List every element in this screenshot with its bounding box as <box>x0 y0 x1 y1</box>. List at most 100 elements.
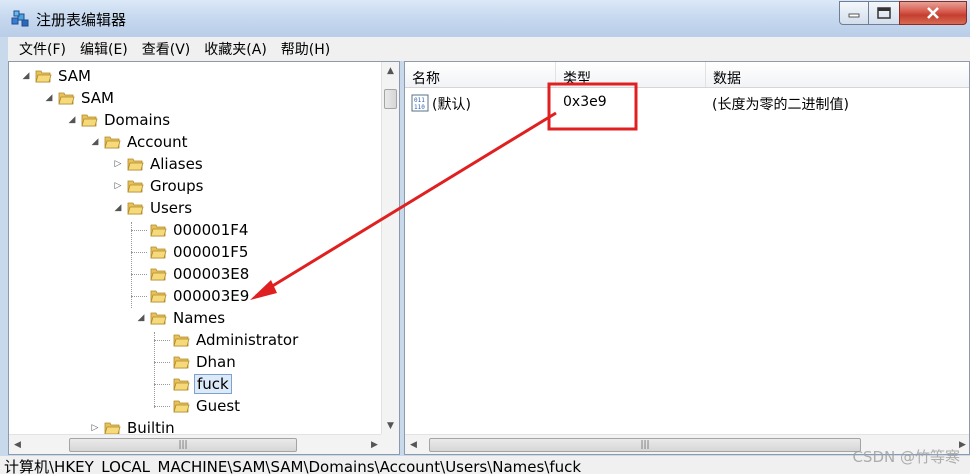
scroll-corner <box>381 434 399 454</box>
scroll-down-icon[interactable]: ▼ <box>382 417 399 434</box>
tree-node[interactable]: ▷ Aliases <box>113 153 205 175</box>
maximize-icon <box>877 7 891 19</box>
column-type[interactable]: 类型 <box>556 62 706 87</box>
expanded-arrow-icon[interactable]: ◢ <box>67 115 77 125</box>
list-header: 名称 类型 数据 <box>405 62 969 88</box>
minimize-button[interactable] <box>839 1 869 25</box>
tree-node[interactable]: ◢ SAM <box>44 87 116 109</box>
folder-icon <box>127 158 144 171</box>
expanded-arrow-icon[interactable]: ◢ <box>21 71 31 81</box>
folder-icon <box>127 202 144 215</box>
tree-node[interactable]: ◢ Users <box>113 197 194 219</box>
tree-connector <box>154 384 170 385</box>
folder-icon <box>150 290 167 303</box>
tree-node[interactable]: 000001F5 <box>136 241 250 263</box>
tree-node[interactable]: Dhan <box>159 351 238 373</box>
column-name[interactable]: 名称 <box>405 62 556 87</box>
expanded-arrow-icon[interactable]: ◢ <box>113 203 123 213</box>
menu-file[interactable]: 文件(F) <box>12 39 73 59</box>
registry-editor-icon <box>11 10 29 27</box>
collapsed-arrow-icon[interactable]: ▷ <box>90 423 100 433</box>
scroll-up-icon[interactable]: ▲ <box>382 62 399 79</box>
folder-icon <box>127 180 144 193</box>
list-hscroll-thumb[interactable]: ||| <box>429 438 861 452</box>
tree-node-label: Names <box>173 309 226 327</box>
folder-icon <box>150 246 167 259</box>
tree-connector <box>131 230 147 231</box>
list-item[interactable]: 011 110 (默认) 0x3e9 (长度为零的二进制值) <box>405 92 969 114</box>
menu-view[interactable]: 查看(V) <box>135 39 198 59</box>
tree-connector <box>131 252 147 253</box>
tree-node-label: Administrator <box>196 331 299 349</box>
watermark: CSDN @竹等寒 <box>852 448 960 466</box>
tree-node-label: Groups <box>150 177 204 195</box>
minimize-icon <box>848 13 860 18</box>
tree-horizontal-scrollbar[interactable]: ◀ ||| ▶ <box>9 434 383 454</box>
folder-icon <box>173 356 190 369</box>
tree-node[interactable]: 000003E9 <box>136 285 251 307</box>
tree-node-label: Account <box>127 133 188 151</box>
tree-node-label: 000001F5 <box>173 243 249 261</box>
tree-vertical-scrollbar[interactable]: ▲ ▼ <box>381 62 399 434</box>
tree-node-label: SAM <box>58 67 92 85</box>
svg-text:110: 110 <box>414 104 425 111</box>
tree-node-label: Users <box>150 199 193 217</box>
tree-node[interactable]: ▷ Groups <box>113 175 205 197</box>
folder-icon <box>173 334 190 347</box>
tree-node[interactable]: 000001F4 <box>136 219 250 241</box>
tree-node[interactable]: 000003E8 <box>136 263 251 285</box>
scroll-left-icon[interactable]: ◀ <box>9 436 26 453</box>
folder-icon <box>173 400 190 413</box>
tree-connector <box>131 296 147 297</box>
scroll-left-icon[interactable]: ◀ <box>405 436 422 453</box>
tree-node[interactable]: Administrator <box>159 329 300 351</box>
svg-text:011: 011 <box>414 97 425 104</box>
maximize-button[interactable] <box>868 1 900 25</box>
expanded-arrow-icon[interactable]: ◢ <box>136 313 146 323</box>
column-data[interactable]: 数据 <box>706 62 969 87</box>
menu-edit[interactable]: 编辑(E) <box>73 39 135 59</box>
tree-node[interactable]: ◢ Names <box>136 307 227 329</box>
folder-icon <box>35 70 52 83</box>
tree-connector <box>154 362 170 363</box>
tree-node[interactable]: ◢ SAM <box>21 65 93 87</box>
tree-connector <box>131 274 147 275</box>
expanded-arrow-icon[interactable]: ◢ <box>44 93 54 103</box>
tree-node-label: Domains <box>104 111 171 129</box>
close-button[interactable] <box>899 1 967 25</box>
menu-bar: 文件(F) 编辑(E) 查看(V) 收藏夹(A) 帮助(H) <box>8 37 970 61</box>
tree-node-label: fuck <box>194 374 232 394</box>
tree-node[interactable]: Guest <box>159 395 242 417</box>
menu-help[interactable]: 帮助(H) <box>274 39 337 59</box>
tree-node-label: 000003E8 <box>173 265 250 283</box>
collapsed-arrow-icon[interactable]: ▷ <box>113 181 123 191</box>
folder-icon <box>58 92 75 105</box>
values-list-pane[interactable]: 名称 类型 数据 011 110 (默认) 0x3e9 (长度为零的二进制值) … <box>404 61 970 455</box>
folder-icon <box>81 114 98 127</box>
collapsed-arrow-icon[interactable]: ▷ <box>113 159 123 169</box>
expanded-arrow-icon[interactable]: ◢ <box>90 137 100 147</box>
folder-icon <box>150 224 167 237</box>
tree-node[interactable]: ◢ Domains <box>67 109 172 131</box>
tree-node-label: 000003E9 <box>173 287 250 305</box>
folder-icon <box>150 268 167 281</box>
tree-node-label: Guest <box>196 397 241 415</box>
tree-node-label: SAM <box>81 89 115 107</box>
tree-node[interactable]: ◢ Account <box>90 131 190 153</box>
folder-icon <box>150 312 167 325</box>
value-data: (长度为零的二进制值) <box>712 97 849 113</box>
window-title: 注册表编辑器 <box>36 11 127 29</box>
binary-value-icon: 011 110 <box>411 94 429 112</box>
tree-hscroll-thumb[interactable]: ||| <box>69 438 297 452</box>
tree-node-label: 000001F4 <box>173 221 249 239</box>
value-name: (默认) <box>432 97 471 113</box>
close-icon <box>927 7 939 19</box>
tree-vscroll-thumb[interactable] <box>384 89 397 109</box>
tree-connector <box>154 406 170 407</box>
folder-icon <box>104 136 121 149</box>
tree-node-label: Aliases <box>150 155 203 173</box>
menu-favorites[interactable]: 收藏夹(A) <box>197 39 274 59</box>
tree-connector <box>154 332 155 408</box>
registry-tree-pane[interactable]: ◢ SAM ◢ SAM ◢ Domains ◢ Account ▷ Aliases ▷ Groups ◢… <box>8 61 400 455</box>
tree-connector <box>154 340 170 341</box>
